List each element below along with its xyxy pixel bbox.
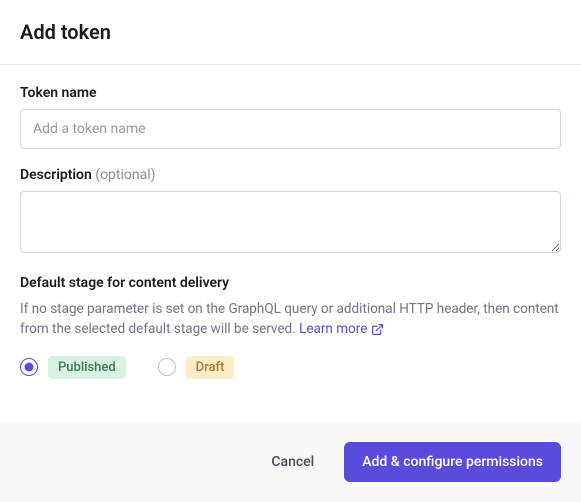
stage-option-draft[interactable]: Draft (158, 356, 235, 379)
stage-radio-draft[interactable] (158, 358, 176, 376)
stage-radio-group: Published Draft (20, 356, 561, 379)
default-stage-label: Default stage for content delivery (20, 275, 561, 291)
description-optional-text: (optional) (95, 167, 155, 183)
stage-radio-published[interactable] (20, 358, 38, 376)
token-name-field: Token name (20, 85, 561, 149)
description-input[interactable] (20, 191, 561, 253)
cancel-button[interactable]: Cancel (253, 442, 332, 482)
description-field: Description (optional) (20, 167, 561, 257)
description-label: Description (optional) (20, 167, 561, 183)
dialog-content: Token name Description (optional) Defaul… (0, 65, 581, 422)
stage-tag-draft: Draft (186, 356, 235, 379)
default-stage-help-text: If no stage parameter is set on the Grap… (20, 301, 559, 337)
add-configure-permissions-button[interactable]: Add & configure permissions (344, 442, 561, 482)
stage-option-published[interactable]: Published (20, 356, 126, 379)
default-stage-help: If no stage parameter is set on the Grap… (20, 299, 561, 340)
dialog-footer: Cancel Add & configure permissions (0, 422, 581, 502)
description-label-text: Description (20, 167, 92, 183)
default-stage-field: Default stage for content delivery If no… (20, 275, 561, 379)
external-link-icon (371, 323, 384, 336)
dialog-title: Add token (20, 20, 561, 44)
learn-more-link[interactable]: Learn more (299, 319, 384, 339)
dialog-header: Add token (0, 0, 581, 65)
stage-tag-published: Published (48, 356, 126, 379)
token-name-input[interactable] (20, 109, 561, 149)
token-name-label: Token name (20, 85, 561, 101)
learn-more-text: Learn more (299, 319, 367, 339)
